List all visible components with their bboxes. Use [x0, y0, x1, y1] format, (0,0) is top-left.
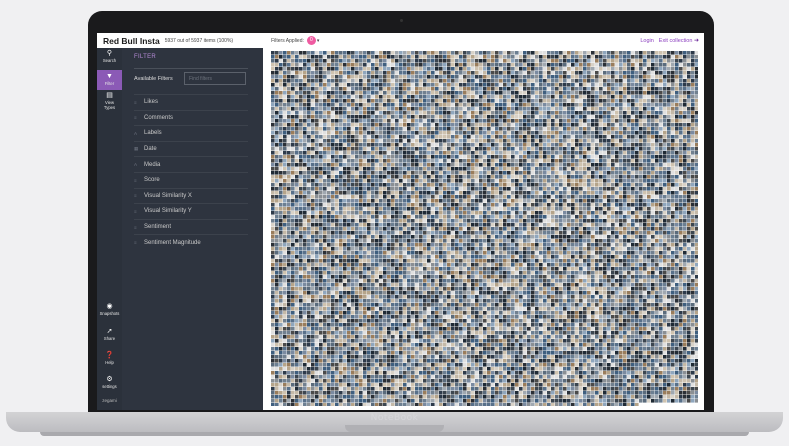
help-icon: ❓ — [105, 352, 114, 359]
nav-search[interactable]: ⚲ Search — [97, 50, 122, 68]
exit-collection-link[interactable]: Exit collection ➜ — [659, 37, 699, 44]
filter-item-label: Comments — [144, 114, 174, 121]
left-nav: ⚲ Search ▼ Filter ▤ View Types ◉ Snapsho… — [97, 48, 122, 410]
range-icon: ≡ — [134, 224, 137, 230]
chart-icon: ▤ — [106, 92, 113, 99]
filter-list: ≡ Likes ≡ Comments A Labels ▦ Date A Media ≡ Score ≡… — [134, 94, 248, 250]
webcam — [400, 19, 403, 22]
chevron-down-icon: ▾ — [316, 37, 320, 44]
nav-help-label: Help — [105, 360, 114, 365]
filter-item[interactable]: ≡ Sentiment — [134, 218, 248, 235]
laptop-base-edge — [40, 432, 749, 436]
image-mosaic[interactable] — [271, 51, 698, 406]
filter-item-label: Sentiment — [144, 224, 172, 231]
date-icon: ▦ — [134, 146, 139, 152]
exit-collection-label: Exit collection — [658, 38, 693, 44]
gear-icon: ⚙ — [106, 376, 113, 383]
filter-item-label: Likes — [144, 99, 159, 106]
share-icon: ➚ — [106, 328, 113, 335]
filter-item[interactable]: A Media — [134, 156, 248, 172]
filter-item-label: Date — [144, 146, 157, 153]
nav-view-types[interactable]: ▤ View Types — [97, 92, 122, 116]
filter-item-label: Sentiment Magnitude — [144, 239, 201, 246]
nav-settings-label: settings — [102, 384, 117, 389]
login-link[interactable]: Login — [640, 38, 653, 44]
app-screen: Red Bull Insta 5937 out of 5937 items (1… — [97, 33, 704, 410]
search-icon: ⚲ — [106, 50, 113, 57]
laptop-notch — [345, 425, 444, 432]
zegami-logo: zegami — [102, 398, 117, 403]
collection-title: Red Bull Insta — [103, 35, 160, 46]
range-icon: ≡ — [134, 240, 137, 246]
filter-item-label: Visual Similarity X — [144, 192, 192, 199]
nav-share-label: Share — [103, 336, 116, 341]
filter-item[interactable]: ≡ Likes — [134, 94, 248, 110]
divider — [134, 68, 248, 69]
available-filters-label: Available Filters — [134, 76, 173, 82]
filter-item-label: Visual Similarity Y — [144, 208, 192, 215]
find-filters-input[interactable] — [184, 72, 246, 85]
filter-item[interactable]: A Labels — [134, 125, 248, 141]
nav-snapshots[interactable]: ◉ Snapshots — [97, 303, 122, 321]
nav-filter[interactable]: ▼ Filter — [97, 70, 122, 90]
top-bar: Red Bull Insta 5937 out of 5937 items (1… — [97, 33, 704, 48]
sign-out-icon: ➜ — [693, 38, 699, 44]
filter-item[interactable]: ≡ Score — [134, 171, 248, 188]
nav-view-label-2: Types — [103, 105, 116, 110]
nav-search-label: Search — [102, 58, 117, 63]
filter-item[interactable]: ▦ Date — [134, 140, 248, 157]
filters-applied-label: Filters Applied: — [271, 37, 304, 44]
laptop-brand: NoteBook — [370, 413, 419, 423]
filter-item-label: Labels — [144, 130, 162, 137]
filter-panel: FILTER Available Filters ≡ Likes ≡ Comments… — [122, 48, 263, 410]
range-icon: ≡ — [134, 177, 137, 183]
nav-settings[interactable]: ⚙ settings — [97, 376, 122, 394]
funnel-icon: ▼ — [106, 73, 113, 80]
filter-item[interactable]: ≡ Visual Similarity X — [134, 187, 248, 204]
text-icon: A — [134, 162, 138, 168]
item-count: 5937 out of 5937 items (100%) — [164, 37, 234, 44]
filter-item-label: Score — [144, 177, 160, 184]
text-icon: A — [134, 130, 138, 136]
camera-icon: ◉ — [106, 303, 113, 310]
filter-heading: FILTER — [134, 54, 157, 60]
filter-item-label: Media — [144, 161, 161, 168]
nav-share[interactable]: ➚ Share — [97, 328, 122, 346]
filter-item[interactable]: ≡ Sentiment Magnitude — [134, 234, 248, 250]
mosaic-canvas[interactable] — [271, 51, 698, 406]
nav-help[interactable]: ❓ Help — [97, 352, 122, 370]
range-icon: ≡ — [134, 208, 137, 214]
filter-item[interactable]: ≡ Visual Similarity Y — [134, 203, 248, 219]
filter-item[interactable]: ≡ Comments — [134, 109, 248, 126]
range-icon: ≡ — [134, 99, 137, 105]
nav-snapshots-label: Snapshots — [99, 311, 120, 316]
filters-applied-badge: 0 — [306, 36, 316, 45]
range-icon: ≡ — [134, 115, 137, 121]
filters-applied[interactable]: Filters Applied: 0 ▾ — [271, 36, 319, 45]
range-icon: ≡ — [134, 193, 137, 199]
nav-filter-label: Filter — [104, 81, 115, 86]
